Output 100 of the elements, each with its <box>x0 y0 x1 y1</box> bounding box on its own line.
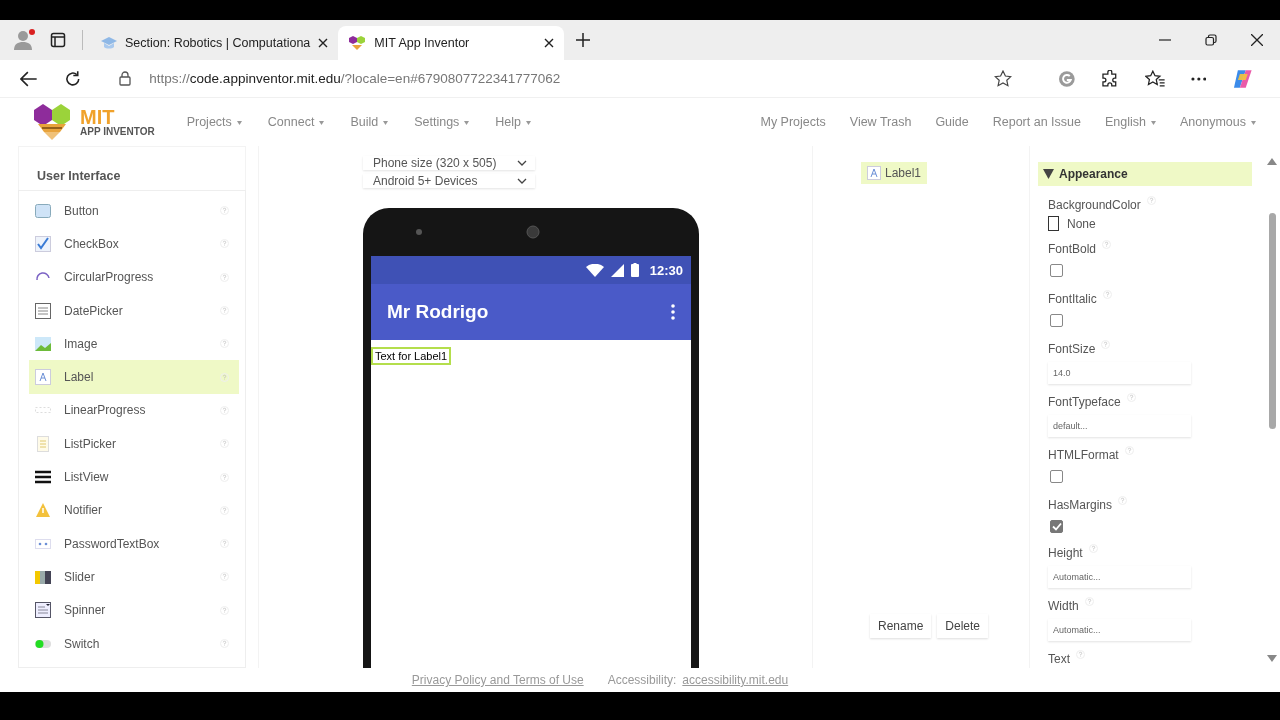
checkbox[interactable] <box>1050 470 1063 483</box>
palette-item[interactable]: LinearProgress <box>29 393 239 428</box>
color-value[interactable]: None <box>1067 216 1096 231</box>
help-icon[interactable] <box>220 206 229 216</box>
menu-item[interactable]: Build <box>350 115 389 129</box>
refresh-icon[interactable] <box>63 69 82 88</box>
nav-link[interactable]: Report an Issue <box>992 115 1081 129</box>
speaker-icon <box>526 225 540 239</box>
nav-link[interactable]: English <box>1105 115 1156 129</box>
scrollbar-thumb[interactable] <box>1268 213 1276 429</box>
menu-item[interactable]: Settings <box>414 115 470 129</box>
palette-item[interactable]: Button <box>29 194 239 228</box>
help-icon[interactable] <box>1076 649 1085 659</box>
back-arrow-icon[interactable] <box>20 70 38 87</box>
help-icon[interactable] <box>220 272 229 282</box>
nav-link[interactable]: Guide <box>935 115 969 129</box>
scroll-down-icon[interactable] <box>1267 655 1277 662</box>
screen-size-dropdown[interactable]: Phone size (320 x 505) <box>363 156 535 170</box>
nav-link[interactable]: View Trash <box>849 115 912 129</box>
logo-subtitle: APP INVENTOR <box>80 127 155 137</box>
copilot-icon[interactable] <box>1232 67 1254 90</box>
app-inventor-logo-icon <box>348 35 367 51</box>
component-button[interactable]: Rename <box>869 614 932 638</box>
nav-link[interactable]: My Projects <box>760 115 826 129</box>
chevron-down-icon <box>517 160 527 166</box>
input-field[interactable]: Automatic... <box>1048 619 1191 641</box>
label-component[interactable]: Text for Label1 <box>371 347 452 365</box>
caret-icon <box>319 120 325 125</box>
nav-link[interactable]: Anonymous <box>1180 115 1256 129</box>
help-icon[interactable] <box>1124 445 1134 455</box>
device-dropdown[interactable]: Android 5+ Devices <box>363 174 535 188</box>
help-icon[interactable] <box>220 405 229 415</box>
help-icon[interactable] <box>1126 392 1136 402</box>
checkbox[interactable] <box>1050 264 1063 277</box>
palette-item[interactable]: Slider <box>29 560 239 594</box>
listpicker-icon <box>35 435 51 452</box>
palette-item[interactable]: Label <box>29 360 239 394</box>
browser-tab[interactable]: MIT App Inventor <box>338 26 565 60</box>
palette-item[interactable]: ListPicker <box>29 427 239 461</box>
color-swatch[interactable] <box>1048 216 1059 231</box>
help-icon[interactable] <box>220 239 229 249</box>
tree-item[interactable]: Label1 <box>861 162 928 184</box>
browser-tab[interactable]: Section: Robotics | Computationa <box>91 26 339 60</box>
component-button[interactable]: Delete <box>937 614 988 638</box>
input-field[interactable]: default... <box>1048 415 1191 437</box>
star-icon[interactable] <box>993 70 1012 87</box>
help-icon[interactable] <box>1101 339 1111 349</box>
property-name: FontTypeface <box>1048 395 1121 409</box>
help-icon[interactable] <box>1118 495 1128 505</box>
more-icon[interactable] <box>1190 76 1207 81</box>
tab-actions-icon[interactable] <box>50 32 66 48</box>
input-field[interactable]: Automatic... <box>1048 566 1191 588</box>
property-name: BackgroundColor <box>1048 198 1141 212</box>
help-icon[interactable] <box>1146 195 1156 205</box>
help-icon[interactable] <box>220 572 229 582</box>
close-icon[interactable] <box>544 38 555 48</box>
close-icon[interactable] <box>1251 34 1263 46</box>
help-icon[interactable] <box>220 306 229 316</box>
help-icon[interactable] <box>220 639 229 648</box>
scroll-up-icon[interactable] <box>1267 158 1277 165</box>
palette-item[interactable]: Image <box>29 327 239 361</box>
help-icon[interactable] <box>1102 239 1112 249</box>
listview-icon <box>35 469 51 485</box>
favorites-icon[interactable] <box>1145 69 1165 88</box>
help-icon[interactable] <box>220 372 229 382</box>
palette-item[interactable]: ListView <box>29 460 239 494</box>
checkbox[interactable] <box>1050 314 1063 327</box>
property-name: Height <box>1048 546 1083 560</box>
palette-item[interactable]: PasswordTextBox <box>29 526 239 561</box>
input-field[interactable]: 14.0 <box>1048 362 1191 384</box>
property-name: FontItalic <box>1048 292 1097 306</box>
section-header[interactable]: Appearance <box>1038 162 1252 186</box>
new-tab-icon[interactable] <box>576 33 591 47</box>
help-icon[interactable] <box>220 605 229 615</box>
caret-icon <box>526 120 532 125</box>
restore-icon[interactable] <box>1205 34 1217 46</box>
overflow-menu-icon[interactable] <box>671 304 675 320</box>
checkbox[interactable] <box>1050 520 1063 533</box>
palette-item[interactable]: CircularProgress <box>29 260 239 294</box>
help-icon[interactable] <box>220 472 229 482</box>
palette-item[interactable]: CheckBox <box>29 227 239 261</box>
profile-icon[interactable] <box>12 28 36 52</box>
help-icon[interactable] <box>220 339 229 349</box>
property-name: HTMLFormat <box>1048 448 1119 462</box>
palette-item[interactable]: Notifier <box>29 493 239 527</box>
help-icon[interactable] <box>220 439 229 449</box>
menu-item[interactable]: Help <box>495 115 532 129</box>
menu-item[interactable]: Projects <box>186 115 242 129</box>
palette-item[interactable]: DatePicker <box>29 293 239 328</box>
grammar-check-icon[interactable] <box>1057 69 1076 88</box>
menu-item[interactable]: Connect <box>267 115 325 129</box>
palette-item[interactable]: Switch <box>29 626 239 661</box>
help-icon[interactable] <box>220 539 229 549</box>
palette-item[interactable]: Spinner <box>29 593 239 627</box>
help-icon[interactable] <box>1102 289 1112 299</box>
close-icon[interactable] <box>318 38 329 48</box>
help-icon[interactable] <box>1084 596 1094 606</box>
help-icon[interactable] <box>220 505 229 515</box>
help-icon[interactable] <box>1088 543 1098 553</box>
lock-icon <box>119 71 132 86</box>
